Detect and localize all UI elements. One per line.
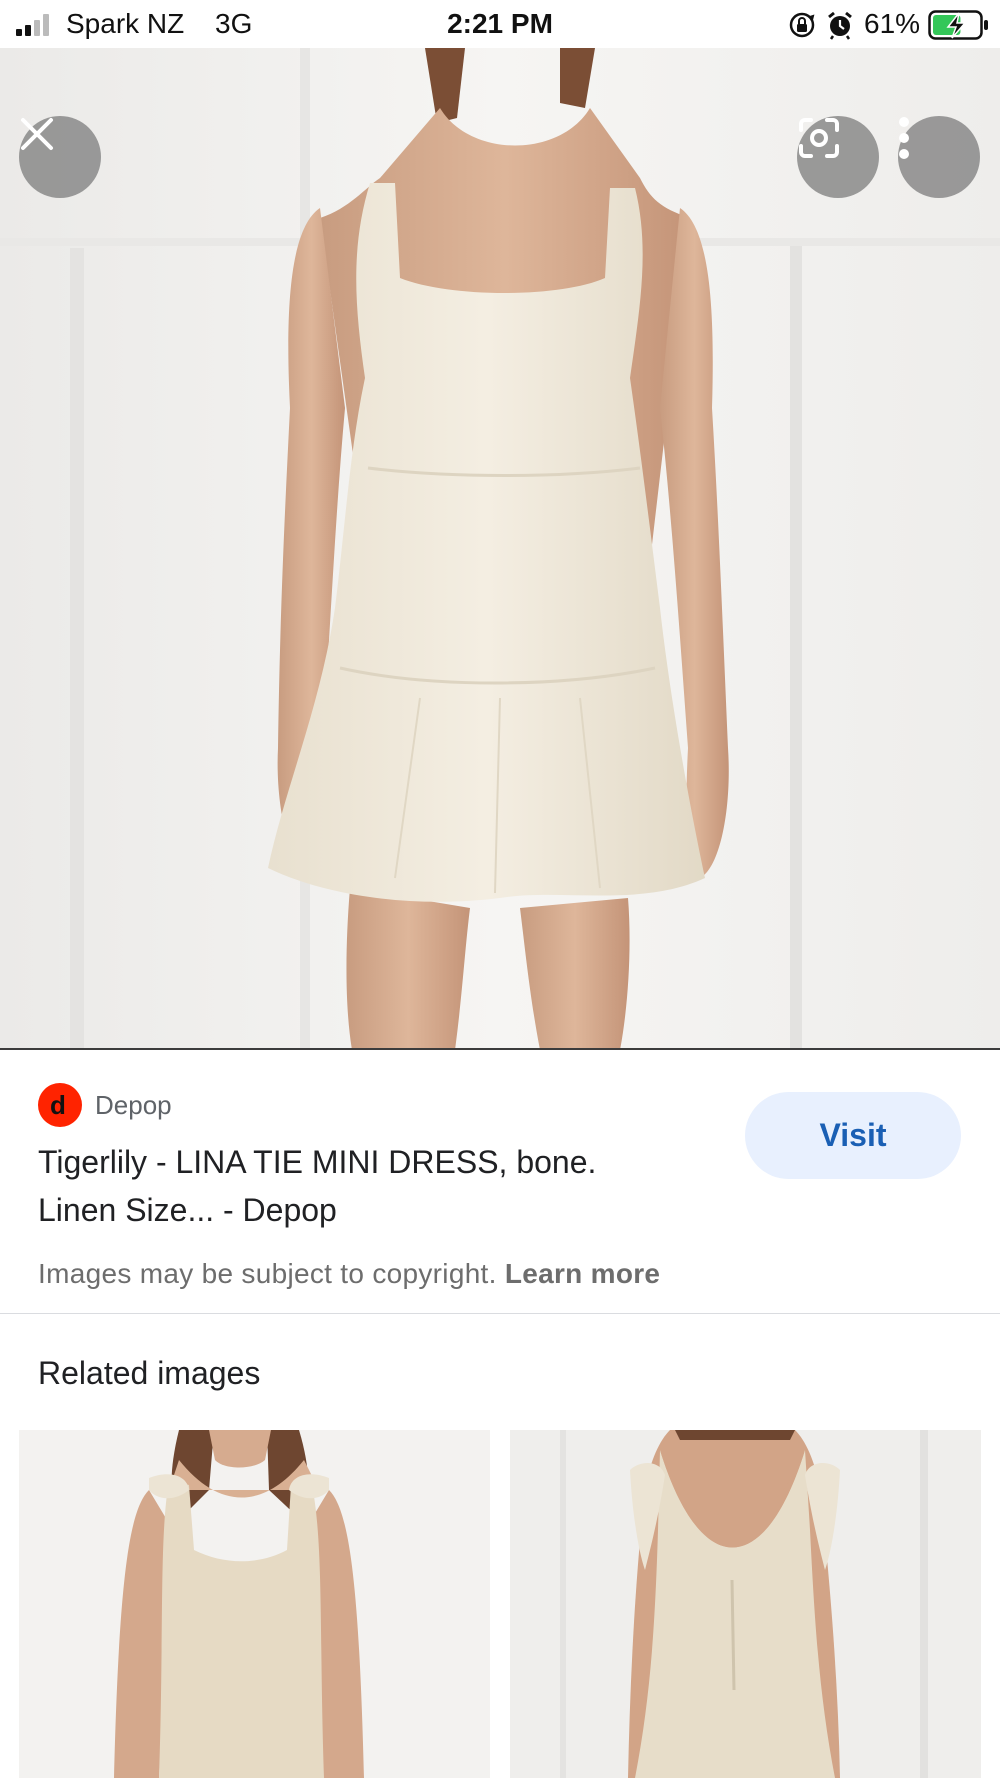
source-row[interactable]: d Depop [38,1083,172,1127]
close-button[interactable] [19,116,101,198]
more-options-button[interactable] [898,116,980,198]
learn-more-link[interactable]: Learn more [505,1258,661,1289]
battery-charging-icon [928,10,988,40]
visit-button[interactable]: Visit [745,1092,961,1179]
copyright-text: Images may be subject to copyright. [38,1258,497,1289]
divider [0,1313,1000,1314]
result-title[interactable]: Tigerlily - LINA TIE MINI DRESS, bone. L… [38,1138,678,1234]
status-bar: Spark NZ 3G 2:21 PM 61% [0,0,1000,48]
alarm-icon [828,11,852,40]
source-name: Depop [95,1089,172,1120]
lens-search-button[interactable] [797,116,879,198]
close-icon [21,118,53,150]
depop-logo-letter: d [50,1092,66,1118]
dress-photo [0,48,1000,1048]
main-image[interactable] [0,48,1000,1050]
orientation-lock-icon [789,12,815,38]
related-image-1[interactable] [19,1430,490,1778]
lens-icon [799,118,839,158]
related-images-heading: Related images [38,1355,261,1391]
copyright-notice: Images may be subject to copyright. Lear… [38,1258,660,1290]
related-image-2[interactable] [510,1430,981,1778]
depop-logo-icon: d [38,1083,82,1127]
battery-percentage: 61% [864,8,921,39]
more-vert-icon [899,117,909,159]
